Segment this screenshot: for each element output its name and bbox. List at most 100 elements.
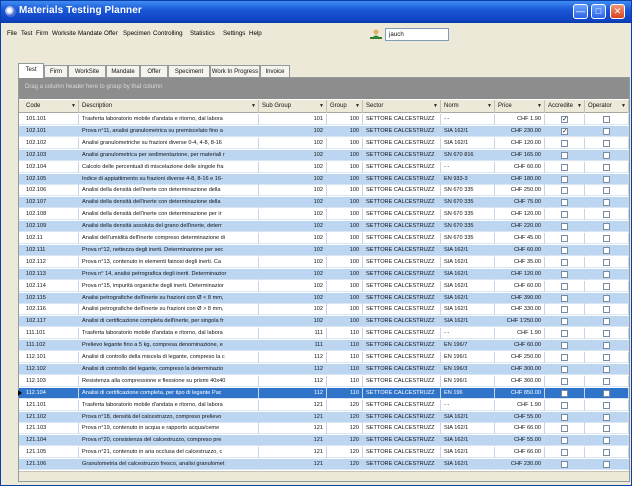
table-row[interactable]: 121.102 Prova n°18, densità del calcestru…: [19, 411, 629, 423]
operator-checkbox[interactable]: [603, 294, 610, 302]
operator-checkbox[interactable]: [603, 377, 610, 385]
operator-checkbox[interactable]: [603, 354, 610, 361]
table-row[interactable]: 102.113 Prova n° 14, analisi petrografica…: [19, 268, 629, 280]
operator-checkbox[interactable]: [603, 330, 610, 338]
column-header-description[interactable]: Description ▼: [79, 100, 259, 113]
accredited-checkbox[interactable]: [561, 235, 568, 242]
user-button[interactable]: [368, 28, 385, 40]
menu-controlling[interactable]: Controlling: [153, 30, 183, 37]
accredited-checkbox[interactable]: [561, 461, 568, 469]
operator-checkbox[interactable]: [603, 425, 610, 433]
accredited-checkbox[interactable]: [561, 437, 568, 445]
table-row[interactable]: 121.103 Prova n°19, contenuto in acqua e …: [19, 423, 629, 435]
menu-mandate[interactable]: Mandate: [78, 30, 102, 37]
table-row[interactable]: 102.104 Calcolo delle percentuali di misc…: [19, 161, 629, 173]
accredited-checkbox[interactable]: [561, 175, 568, 183]
table-row[interactable]: 102.101 Prova n°11, analisi granulometric…: [19, 125, 629, 137]
operator-checkbox[interactable]: [603, 127, 610, 135]
accredited-checkbox[interactable]: [561, 126, 568, 137]
menu-specimen[interactable]: Specimen: [123, 30, 151, 37]
operator-checkbox[interactable]: [603, 282, 610, 290]
minimize-icon[interactable]: —: [573, 4, 588, 19]
table-row[interactable]: 112.101 Analisi di controllo della miscel…: [19, 352, 629, 363]
operator-checkbox[interactable]: [603, 389, 610, 397]
menu-file[interactable]: File: [7, 30, 17, 37]
accredited-checkbox[interactable]: [561, 413, 568, 421]
table-row[interactable]: 102.108 Analisi della densità dell'inerte…: [19, 209, 629, 221]
table-row[interactable]: 102.111 Prova n°12, nettezza degli inerti…: [19, 244, 629, 256]
column-header-operator[interactable]: Operator ▼: [585, 100, 629, 113]
table-row[interactable]: 111.101 Trasferta laboratorio mobile d'an…: [19, 328, 629, 340]
table-row[interactable]: 102.115 Analisi petrografiche dell'inerte…: [19, 292, 629, 304]
operator-checkbox[interactable]: [603, 342, 610, 350]
operator-checkbox[interactable]: [603, 199, 610, 207]
operator-checkbox[interactable]: [603, 187, 610, 195]
filter-dropdown-icon[interactable]: ▼: [251, 100, 256, 113]
accredited-checkbox[interactable]: [561, 449, 568, 457]
accredited-checkbox[interactable]: [561, 354, 568, 361]
operator-checkbox[interactable]: [603, 270, 610, 278]
filter-dropdown-icon[interactable]: ▼: [621, 100, 626, 113]
menu-test[interactable]: Test: [21, 30, 32, 37]
operator-checkbox[interactable]: [603, 175, 610, 183]
accredited-checkbox[interactable]: [561, 365, 568, 373]
table-row[interactable]: 102.102 Analisi granulometriche su frazio…: [19, 137, 629, 149]
filter-dropdown-icon[interactable]: ▼: [71, 100, 76, 113]
table-row[interactable]: 102.106 Analisi della densità dell'inerte…: [19, 185, 629, 197]
accredited-checkbox[interactable]: [561, 258, 568, 266]
accredited-checkbox[interactable]: [561, 318, 568, 326]
table-row[interactable]: 102.11 Analisi dell'umidità dell'inerte c…: [19, 233, 629, 244]
table-row[interactable]: 102.112 Prova n°13, contenuto in elementi…: [19, 256, 629, 268]
accredited-checkbox[interactable]: [561, 199, 568, 207]
menu-statistics[interactable]: Statistics: [190, 30, 215, 37]
accredited-checkbox[interactable]: [561, 246, 568, 254]
operator-checkbox[interactable]: [603, 116, 610, 123]
operator-checkbox[interactable]: [603, 318, 610, 326]
table-row[interactable]: 112.103 Resistenza alla compressione e fl…: [19, 375, 629, 387]
accredited-checkbox[interactable]: [561, 306, 568, 314]
table-row[interactable]: 112.104 Analisi di certificazione complet…: [18, 387, 629, 399]
operator-checkbox[interactable]: [603, 211, 610, 219]
filter-dropdown-icon[interactable]: ▼: [433, 100, 438, 113]
accredited-checkbox[interactable]: [561, 151, 568, 159]
table-row[interactable]: 102.109 Analisi della densità assoluta de…: [19, 221, 629, 233]
operator-checkbox[interactable]: [603, 449, 610, 457]
operator-checkbox[interactable]: [603, 223, 610, 231]
operator-checkbox[interactable]: [603, 151, 610, 159]
menu-offer[interactable]: Offer: [104, 30, 118, 37]
operator-checkbox[interactable]: [603, 163, 610, 171]
filter-dropdown-icon[interactable]: ▼: [537, 100, 542, 113]
table-row[interactable]: 102.107 Analisi della densità dell'inerte…: [19, 197, 629, 209]
table-row[interactable]: 101.101 Trasferta laboratorio mobile d'an…: [19, 114, 629, 125]
operator-checkbox[interactable]: [603, 401, 610, 409]
column-header-accredite[interactable]: Accredite ▼: [545, 100, 585, 113]
table-row[interactable]: 102.105 Indice di appiattimento su frazio…: [19, 173, 629, 185]
operator-checkbox[interactable]: [603, 246, 610, 254]
menu-worksite[interactable]: Worksite: [52, 30, 76, 37]
table-row[interactable]: 102.103 Analisi granulometrica per sedime…: [19, 149, 629, 161]
operator-checkbox[interactable]: [603, 139, 610, 147]
accredited-checkbox[interactable]: [561, 425, 568, 433]
table-row[interactable]: 102.116 Analisi petrografiche dell'inerte…: [19, 304, 629, 316]
accredited-checkbox[interactable]: [561, 270, 568, 278]
accredited-checkbox[interactable]: [561, 282, 568, 290]
filter-dropdown-icon[interactable]: ▼: [577, 100, 582, 113]
table-row[interactable]: 111.102 Prelievo legante fino a 5 kg, com…: [19, 340, 629, 352]
accredited-checkbox[interactable]: [561, 342, 568, 350]
operator-checkbox[interactable]: [603, 258, 610, 266]
user-field[interactable]: jauch: [385, 28, 449, 41]
filter-dropdown-icon[interactable]: ▼: [487, 100, 492, 113]
close-icon[interactable]: ✕: [610, 4, 625, 19]
column-header-price[interactable]: Price ▼: [495, 100, 545, 113]
accredited-checkbox[interactable]: [561, 223, 568, 231]
table-row[interactable]: 112.102 Analisi di controllo del legante,…: [19, 363, 629, 375]
column-header-group[interactable]: Group ▼: [327, 100, 363, 113]
menu-help[interactable]: Help: [249, 30, 262, 37]
table-row[interactable]: 102.114 Prova n°15, impurità organiche de…: [19, 280, 629, 292]
accredited-checkbox[interactable]: [561, 294, 568, 302]
horizontal-scrollbar[interactable]: [19, 471, 629, 481]
operator-checkbox[interactable]: [603, 365, 610, 373]
column-header-sector[interactable]: Sector ▼: [363, 100, 441, 113]
group-by-panel[interactable]: Drag a column header here to group by th…: [19, 78, 629, 99]
accredited-checkbox[interactable]: [561, 163, 568, 171]
